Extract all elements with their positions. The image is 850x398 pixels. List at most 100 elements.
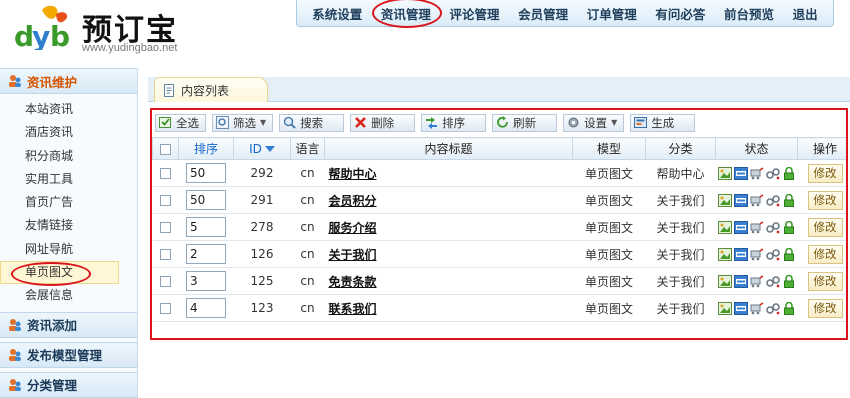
nav-comment-management[interactable]: 评论管理 bbox=[450, 4, 500, 23]
nav-order-management[interactable]: 订单管理 bbox=[587, 4, 637, 23]
sidebar-item-home-ads[interactable]: 首页广告 bbox=[0, 191, 137, 214]
sidebar-section-category-management[interactable]: 分类管理 bbox=[0, 371, 137, 398]
html-status-icon[interactable] bbox=[733, 220, 748, 234]
header-id[interactable]: ID bbox=[233, 137, 291, 160]
row-status bbox=[715, 294, 798, 322]
html-status-icon[interactable] bbox=[733, 274, 748, 288]
order-input[interactable] bbox=[186, 298, 226, 318]
row-checkbox[interactable] bbox=[160, 303, 171, 314]
row-title-link[interactable]: 联系我们 bbox=[324, 294, 573, 322]
image-status-icon[interactable] bbox=[717, 301, 732, 315]
sidebar-item-tools[interactable]: 实用工具 bbox=[0, 168, 137, 191]
edit-button[interactable]: 修改 bbox=[807, 190, 843, 210]
nav-logout[interactable]: 退出 bbox=[793, 4, 818, 23]
header-select[interactable] bbox=[152, 137, 179, 160]
image-status-icon[interactable] bbox=[717, 247, 732, 261]
nav-news-management[interactable]: 资讯管理 bbox=[371, 0, 442, 28]
link-status-icon[interactable] bbox=[765, 275, 780, 288]
edit-button[interactable]: 修改 bbox=[807, 271, 843, 291]
order-input[interactable] bbox=[186, 163, 226, 183]
row-model: 单页图文 bbox=[572, 240, 646, 268]
edit-button[interactable]: 修改 bbox=[807, 163, 843, 183]
html-status-icon[interactable] bbox=[733, 166, 748, 180]
sidebar-item-friend-links[interactable]: 友情链接 bbox=[0, 214, 137, 237]
refresh-button[interactable]: 刷新 bbox=[492, 113, 558, 132]
cart-status-icon[interactable] bbox=[750, 166, 764, 180]
cart-status-icon[interactable] bbox=[750, 247, 764, 261]
row-checkbox[interactable] bbox=[160, 222, 171, 233]
row-checkbox[interactable] bbox=[160, 195, 171, 206]
delete-button[interactable]: 删除 bbox=[350, 113, 416, 132]
row-action-cell: 修改 bbox=[797, 213, 846, 241]
sidebar-item-hotel-news[interactable]: 酒店资讯 bbox=[0, 121, 137, 144]
sidebar-section-news-maintenance[interactable]: 资讯维护 bbox=[0, 68, 137, 94]
cart-status-icon[interactable] bbox=[750, 193, 764, 207]
sidebar-section-news-add[interactable]: 资讯添加 bbox=[0, 311, 137, 338]
row-order-cell bbox=[178, 213, 234, 241]
lock-status-icon[interactable] bbox=[782, 247, 796, 261]
link-status-icon[interactable] bbox=[765, 302, 780, 315]
sidebar-item-list: 本站资讯 酒店资讯 积分商城 实用工具 首页广告 友情链接 网址导航 单页图文 … bbox=[0, 94, 137, 312]
row-title-link[interactable]: 会员积分 bbox=[324, 186, 573, 214]
select-all-button[interactable]: 全选 bbox=[155, 113, 206, 132]
nav-member-management[interactable]: 会员管理 bbox=[518, 4, 568, 23]
cart-status-icon[interactable] bbox=[750, 220, 764, 234]
cart-status-icon[interactable] bbox=[750, 274, 764, 288]
html-status-icon[interactable] bbox=[733, 301, 748, 315]
image-status-icon[interactable] bbox=[717, 193, 732, 207]
site-logo: d y b 预订宝 www.yudingbao.net bbox=[8, 2, 198, 58]
row-title-link[interactable]: 服务介绍 bbox=[324, 213, 573, 241]
link-status-icon[interactable] bbox=[765, 167, 780, 180]
image-status-icon[interactable] bbox=[717, 220, 732, 234]
row-checkbox[interactable] bbox=[160, 276, 171, 287]
sidebar-item-single-page[interactable]: 单页图文 bbox=[0, 261, 119, 287]
generate-button[interactable]: 生成 bbox=[630, 113, 696, 132]
lock-status-icon[interactable] bbox=[782, 220, 796, 234]
sidebar-section-label: 分类管理 bbox=[27, 378, 78, 394]
html-status-icon[interactable] bbox=[733, 247, 748, 261]
order-input[interactable] bbox=[186, 217, 226, 237]
header-status: 状态 bbox=[715, 137, 798, 160]
html-status-icon[interactable] bbox=[733, 193, 748, 207]
order-input[interactable] bbox=[186, 271, 226, 291]
nav-faq[interactable]: 有问必答 bbox=[655, 4, 705, 23]
edit-button[interactable]: 修改 bbox=[807, 244, 843, 264]
sidebar-item-url-nav[interactable]: 网址导航 bbox=[0, 238, 137, 261]
cart-status-icon[interactable] bbox=[750, 301, 764, 315]
edit-button[interactable]: 修改 bbox=[807, 217, 843, 237]
nav-frontend-preview[interactable]: 前台预览 bbox=[724, 4, 774, 23]
order-input[interactable] bbox=[186, 190, 226, 210]
row-category: 关于我们 bbox=[645, 213, 716, 241]
lock-status-icon[interactable] bbox=[782, 193, 796, 207]
link-status-icon[interactable] bbox=[765, 221, 780, 234]
edit-button[interactable]: 修改 bbox=[807, 298, 843, 318]
lock-status-icon[interactable] bbox=[782, 301, 796, 315]
row-title-link[interactable]: 关于我们 bbox=[324, 240, 573, 268]
sidebar-item-exhibition[interactable]: 会展信息 bbox=[0, 284, 137, 307]
row-status bbox=[715, 159, 798, 187]
filter-dropdown[interactable]: 筛选 ▼ bbox=[212, 113, 274, 132]
select-all-checkbox[interactable] bbox=[160, 143, 171, 155]
image-status-icon[interactable] bbox=[717, 166, 732, 180]
link-status-icon[interactable] bbox=[765, 194, 780, 207]
row-checkbox[interactable] bbox=[160, 168, 171, 179]
header-order[interactable]: 排序 bbox=[178, 137, 234, 160]
row-title-link[interactable]: 帮助中心 bbox=[324, 159, 573, 187]
lock-status-icon[interactable] bbox=[782, 166, 796, 180]
tab-content-list[interactable]: 内容列表 bbox=[154, 77, 268, 102]
image-status-icon[interactable] bbox=[717, 274, 732, 288]
link-status-icon[interactable] bbox=[765, 248, 780, 261]
order-input[interactable] bbox=[186, 244, 226, 264]
row-title-link[interactable]: 免责条款 bbox=[324, 267, 573, 295]
sidebar-item-site-news[interactable]: 本站资讯 bbox=[0, 98, 137, 121]
sort-button[interactable]: 排序 bbox=[421, 113, 487, 132]
settings-dropdown[interactable]: 设置 ▼ bbox=[563, 113, 625, 132]
lock-status-icon[interactable] bbox=[782, 274, 796, 288]
select-all-label: 全选 bbox=[176, 115, 199, 130]
row-checkbox[interactable] bbox=[160, 249, 171, 260]
filter-label: 筛选 bbox=[233, 115, 256, 130]
sidebar-section-model-management[interactable]: 发布模型管理 bbox=[0, 341, 137, 368]
nav-system-settings[interactable]: 系统设置 bbox=[312, 4, 362, 23]
search-button[interactable]: 搜索 bbox=[279, 113, 345, 132]
sidebar-item-points-mall[interactable]: 积分商城 bbox=[0, 145, 137, 168]
